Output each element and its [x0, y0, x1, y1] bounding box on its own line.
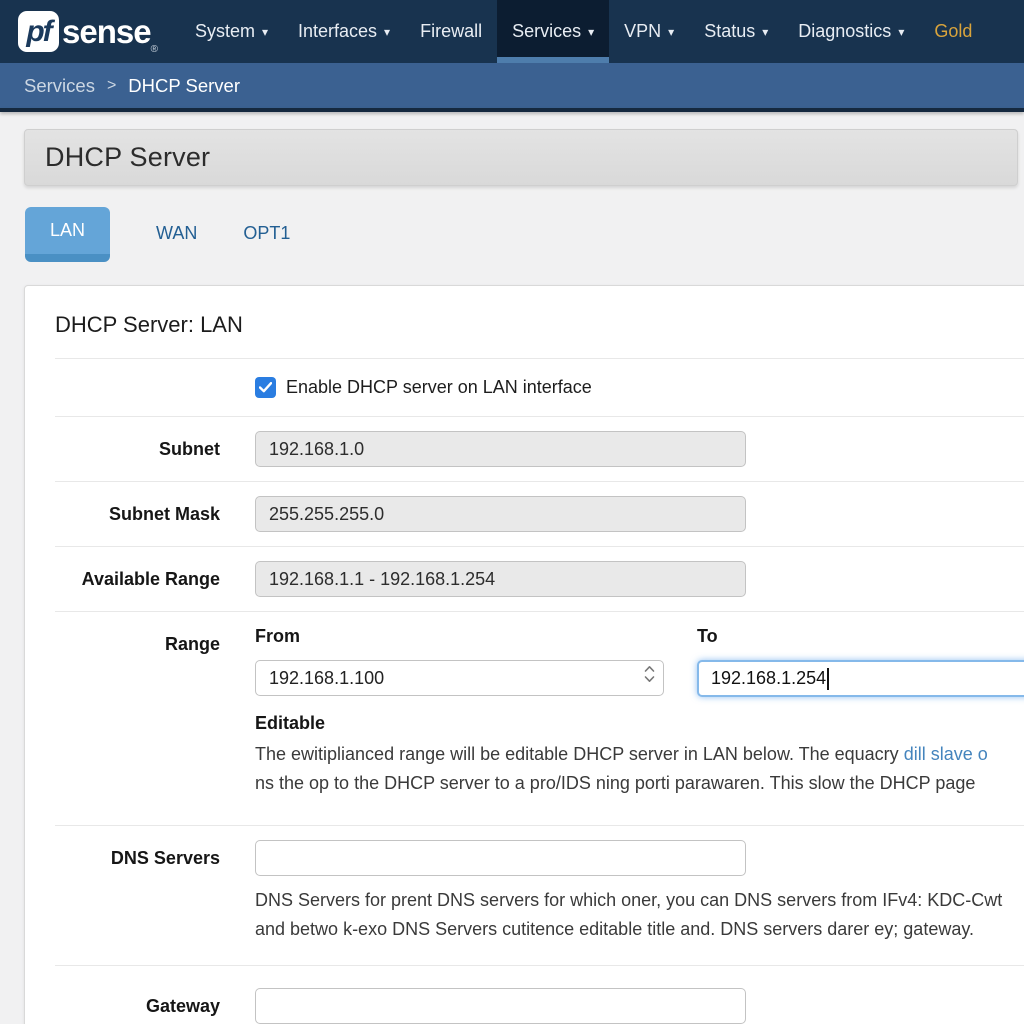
tab-lan[interactable]: LAN: [25, 207, 110, 262]
chevron-down-icon: ▾: [668, 25, 674, 39]
divider: [0, 108, 1024, 112]
nav-item-label: System: [195, 21, 255, 42]
range-label: Range: [55, 626, 220, 655]
gateway-input[interactable]: [255, 988, 746, 1024]
nav-item-interfaces[interactable]: Interfaces ▾: [283, 0, 405, 63]
range-from-input[interactable]: [255, 660, 664, 696]
nav-item-gold[interactable]: Gold: [919, 0, 987, 63]
range-to-label: To: [697, 626, 1024, 647]
nav-item-label: Interfaces: [298, 21, 377, 42]
dns-help-line1: DNS Servers for prent DNS servers for wh…: [255, 886, 1024, 915]
breadcrumb-section[interactable]: Services: [24, 75, 95, 97]
enable-dhcp-checkbox[interactable]: [255, 377, 276, 398]
interface-tabs: LAN WAN OPT1: [25, 207, 1024, 262]
top-navbar: pf sense ® System ▾ Interfaces ▾ Firewal…: [0, 0, 1024, 63]
range-help-line2: ns the op to the DHCP server to a pro/ID…: [255, 769, 1024, 812]
gateway-row: Gateway Gateway, enablies poir needious …: [55, 965, 1024, 1024]
chevron-down-icon: ▾: [262, 25, 268, 39]
subnet-mask-label: Subnet Mask: [55, 504, 220, 525]
range-help-line1: The ewitiplianced range will be editable…: [255, 740, 1024, 769]
text-cursor: [827, 668, 829, 690]
range-help-link[interactable]: dill slave o: [904, 744, 988, 764]
range-to-input[interactable]: 192.168.1.254: [697, 660, 1024, 697]
nav-item-firewall[interactable]: Firewall: [405, 0, 497, 63]
page-title-bar: DHCP Server: [24, 129, 1018, 186]
available-range-row: Available Range: [55, 546, 1024, 611]
subnet-label: Subnet: [55, 439, 220, 460]
page-title: DHCP Server: [45, 142, 210, 173]
nav-item-label: Services: [512, 21, 581, 42]
gateway-label: Gateway: [55, 980, 220, 1017]
available-range-label: Available Range: [55, 569, 220, 590]
pf-logo-box: pf: [18, 11, 59, 52]
brand-name: sense: [62, 13, 151, 51]
dns-servers-label: DNS Servers: [55, 840, 220, 869]
dhcp-server-panel: DHCP Server: LAN Enable DHCP server on L…: [24, 285, 1024, 1024]
registered-mark: ®: [151, 44, 158, 55]
editable-heading: Editable: [255, 713, 1024, 734]
subnet-mask-row: Subnet Mask: [55, 481, 1024, 546]
subnet-row: Subnet: [55, 416, 1024, 481]
subnet-mask-input: [255, 496, 746, 532]
nav-item-vpn[interactable]: VPN ▾: [609, 0, 689, 63]
enable-dhcp-label[interactable]: Enable DHCP server on LAN interface: [286, 377, 592, 398]
available-range-input: [255, 561, 746, 597]
chevron-down-icon: ▾: [762, 25, 768, 39]
pfsense-logo[interactable]: pf sense ®: [0, 0, 180, 63]
nav-item-status[interactable]: Status ▾: [689, 0, 783, 63]
dns-servers-input[interactable]: [255, 840, 746, 876]
nav-item-label: Diagnostics: [798, 21, 891, 42]
panel-title: DHCP Server: LAN: [55, 286, 1024, 358]
nav-item-label: Status: [704, 21, 755, 42]
breadcrumb: Services > DHCP Server: [0, 63, 1024, 108]
tab-wan[interactable]: WAN: [156, 223, 197, 262]
nav-item-label: Gold: [934, 21, 972, 42]
nav-item-label: VPN: [624, 21, 661, 42]
tab-opt1[interactable]: OPT1: [243, 223, 290, 262]
dns-help-line2: and betwo k-exo DNS Servers cutitence ed…: [255, 915, 1024, 952]
nav-item-diagnostics[interactable]: Diagnostics ▾: [783, 0, 919, 63]
pf-logo-text: pf: [26, 15, 50, 49]
check-icon: [259, 382, 272, 393]
enable-row: Enable DHCP server on LAN interface: [55, 358, 1024, 416]
range-to-value: 192.168.1.254: [711, 668, 826, 689]
subnet-input: [255, 431, 746, 467]
nav-item-label: Firewall: [420, 21, 482, 42]
range-from-label: From: [255, 626, 697, 647]
number-stepper-icon[interactable]: [644, 665, 655, 683]
range-row: Range From To 192.168.1.254: [55, 611, 1024, 825]
nav-item-system[interactable]: System ▾: [180, 0, 283, 63]
dns-servers-row: DNS Servers DNS Servers for prent DNS se…: [55, 825, 1024, 965]
nav-item-services[interactable]: Services ▾: [497, 0, 609, 63]
chevron-down-icon: ▾: [588, 25, 594, 39]
chevron-down-icon: ▾: [898, 25, 904, 39]
chevron-down-icon: ▾: [384, 25, 390, 39]
breadcrumb-page: DHCP Server: [128, 75, 240, 97]
breadcrumb-separator-icon: >: [107, 77, 116, 95]
